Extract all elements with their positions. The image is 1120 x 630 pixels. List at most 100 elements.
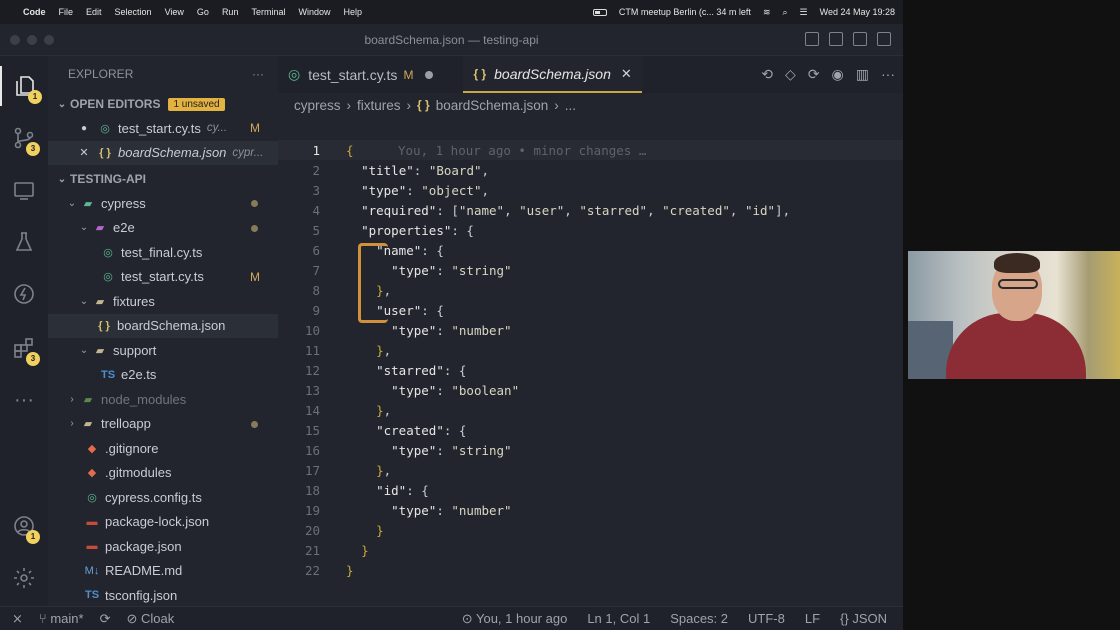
tree-file-test-final[interactable]: ◎ test_final.cy.ts xyxy=(48,240,278,265)
sync-icon[interactable]: ⟳ xyxy=(100,611,111,627)
indentation[interactable]: Spaces: 2 xyxy=(670,611,728,626)
control-center-icon[interactable]: ☰ xyxy=(800,7,808,18)
tree-file-test-start[interactable]: ◎ test_start.cy.ts M xyxy=(48,265,278,290)
code-line[interactable]: "id": { xyxy=(346,483,429,498)
tree-folder-trelloapp[interactable]: › ▰ trelloapp xyxy=(48,412,278,437)
project-section[interactable]: ⌄ TESTING-API xyxy=(48,167,278,191)
code-line[interactable]: }, xyxy=(346,403,391,418)
tree-file-readme[interactable]: M↓ README.md xyxy=(48,559,278,584)
wifi-icon[interactable]: ≋ xyxy=(763,7,771,18)
line-number: 19 xyxy=(304,503,320,518)
macos-menubar: Code File Edit Selection View Go Run Ter… xyxy=(0,0,903,24)
cursor-position[interactable]: Ln 1, Col 1 xyxy=(587,611,650,626)
encoding[interactable]: UTF-8 xyxy=(748,611,785,626)
menu-view[interactable]: View xyxy=(165,7,184,17)
more-activity-button[interactable]: ··· xyxy=(0,380,48,420)
language-mode[interactable]: {} JSON xyxy=(840,611,887,626)
breadcrumb-item[interactable]: boardSchema.json xyxy=(436,98,549,113)
tree-file-e2e-ts[interactable]: TS e2e.ts xyxy=(48,363,278,388)
breadcrumb-item[interactable]: ... xyxy=(565,98,576,113)
tab-test-start[interactable]: ◎ test_start.cy.ts M xyxy=(278,56,443,93)
split-editor-icon[interactable]: ▥ xyxy=(856,66,869,83)
more-actions-icon[interactable]: ··· xyxy=(881,66,895,83)
remote-explorer-activity-button[interactable] xyxy=(0,170,48,210)
code-line[interactable]: "starred": { xyxy=(346,363,466,378)
close-icon[interactable]: ✕ xyxy=(76,146,92,159)
testing-activity-button[interactable] xyxy=(0,222,48,262)
language-label: JSON xyxy=(852,611,887,626)
code-line[interactable]: "type": "string" xyxy=(346,443,511,458)
toggle-secondary-sidebar-icon[interactable] xyxy=(853,32,867,46)
customize-layout-icon[interactable] xyxy=(877,32,891,46)
git-blame-status[interactable]: ⊙ You, 1 hour ago xyxy=(462,611,568,627)
menu-file[interactable]: File xyxy=(59,7,74,17)
dirty-dot-icon[interactable] xyxy=(425,70,434,79)
cloak-indicator[interactable]: ⊘ Cloak xyxy=(126,611,174,627)
breadcrumb-item[interactable]: fixtures xyxy=(357,98,401,113)
open-editor-test-start[interactable]: ● ◎ test_start.cy.ts cy... M xyxy=(48,116,278,141)
tree-file-gitignore[interactable]: ◆ .gitignore xyxy=(48,436,278,461)
tree-file-cypress-config[interactable]: ◎ cypress.config.ts xyxy=(48,485,278,510)
tree-folder-support[interactable]: ⌄ ▰ support xyxy=(48,338,278,363)
extensions-activity-button[interactable]: 3 xyxy=(0,328,48,368)
tree-folder-node-modules[interactable]: › ▰ node_modules xyxy=(48,387,278,412)
toggle-panel-icon[interactable] xyxy=(829,32,843,46)
tree-file-gitmodules[interactable]: ◆ .gitmodules xyxy=(48,461,278,486)
calendar-event[interactable]: CTM meetup Berlin (c... 34 m left xyxy=(619,7,751,17)
menu-edit[interactable]: Edit xyxy=(86,7,102,17)
close-tab-icon[interactable]: ✕ xyxy=(621,66,632,82)
next-change-icon[interactable]: ⟳ xyxy=(808,66,820,83)
code-line[interactable]: } xyxy=(346,543,369,558)
code-line[interactable]: "type": "number" xyxy=(346,323,511,338)
code-line[interactable]: } xyxy=(346,563,354,578)
tree-file-package-lock[interactable]: ▬ package-lock.json xyxy=(48,510,278,535)
thunder-client-activity-button[interactable] xyxy=(0,274,48,314)
explorer-activity-button[interactable]: 1 xyxy=(0,66,48,106)
explorer-more-button[interactable]: ··· xyxy=(252,67,264,81)
open-editor-board-schema[interactable]: ✕ { } boardSchema.json cypr... xyxy=(48,140,278,165)
menu-go[interactable]: Go xyxy=(197,7,209,17)
tree-folder-fixtures[interactable]: ⌄ ▰ fixtures xyxy=(48,289,278,314)
code-line[interactable]: } xyxy=(346,523,384,538)
code-line[interactable]: "created": { xyxy=(346,423,466,438)
breadcrumb-item[interactable]: cypress xyxy=(294,98,341,113)
menu-help[interactable]: Help xyxy=(343,7,362,17)
menu-code[interactable]: Code xyxy=(23,7,46,17)
chevron-down-icon: ⌄ xyxy=(57,173,67,185)
search-icon[interactable]: ⌕ xyxy=(782,7,787,18)
menu-terminal[interactable]: Terminal xyxy=(251,7,285,17)
source-control-activity-button[interactable]: 3 xyxy=(0,118,48,158)
tree-folder-e2e[interactable]: ⌄ ▰ e2e xyxy=(48,216,278,241)
open-editors-section[interactable]: ⌄ OPEN EDITORS 1 unsaved xyxy=(48,92,278,116)
previous-change-icon[interactable]: ◇ xyxy=(785,66,796,83)
battery-icon[interactable] xyxy=(592,8,607,16)
code-line[interactable]: "required": ["name", "user", "starred", … xyxy=(346,203,790,218)
menubar-clock[interactable]: Wed 24 May 19:28 xyxy=(820,7,895,17)
tab-board-schema[interactable]: { } boardSchema.json ✕ xyxy=(463,56,642,93)
end-of-line[interactable]: LF xyxy=(805,611,820,626)
code-line[interactable]: "type": "number" xyxy=(346,503,511,518)
remote-icon[interactable]: ⨯ xyxy=(12,611,23,627)
code-line[interactable]: }, xyxy=(346,343,391,358)
dirty-dot-icon[interactable]: ● xyxy=(76,123,92,134)
code-line[interactable]: "properties": { xyxy=(346,223,474,238)
branch-indicator[interactable]: ⑂ main* xyxy=(39,611,84,626)
tree-file-tsconfig[interactable]: TS tsconfig.json xyxy=(48,583,278,608)
tree-folder-cypress[interactable]: ⌄ ▰ cypress xyxy=(48,191,278,216)
tree-file-board-schema[interactable]: { } boardSchema.json xyxy=(48,313,278,338)
menu-window[interactable]: Window xyxy=(298,7,330,17)
tree-file-package-json[interactable]: ▬ package.json xyxy=(48,534,278,559)
go-back-icon[interactable]: ⟲ xyxy=(761,66,773,83)
open-changes-icon[interactable]: ◉ xyxy=(832,66,844,83)
menu-run[interactable]: Run xyxy=(222,7,239,17)
code-line[interactable]: "title": "Board", xyxy=(346,163,489,178)
menu-selection[interactable]: Selection xyxy=(115,7,152,17)
code-line[interactable]: { xyxy=(346,143,354,158)
accounts-activity-button[interactable]: 1 xyxy=(0,506,48,546)
toggle-sidebar-icon[interactable] xyxy=(805,32,819,46)
cypress-file-icon: ◎ xyxy=(103,246,113,259)
settings-activity-button[interactable] xyxy=(0,558,48,598)
code-line[interactable]: "type": "boolean" xyxy=(346,383,519,398)
code-line[interactable]: "type": "object", xyxy=(346,183,489,198)
code-line[interactable]: }, xyxy=(346,463,391,478)
